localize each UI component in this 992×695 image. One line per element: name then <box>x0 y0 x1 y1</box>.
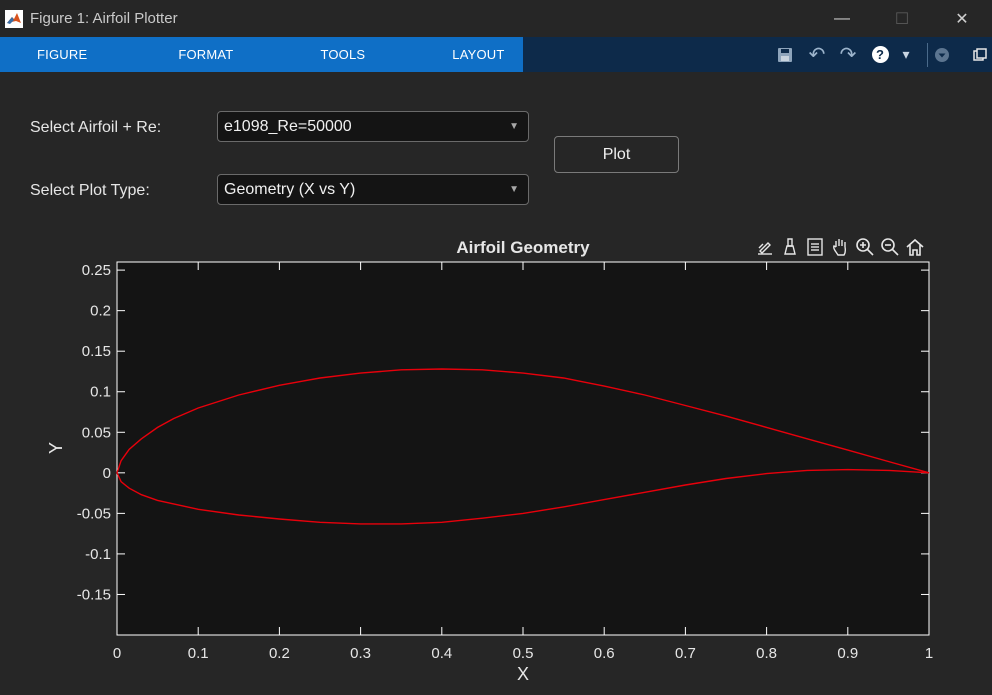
x-tick-label: 0.5 <box>513 645 534 662</box>
tab-format[interactable]: FORMAT <box>178 37 233 72</box>
undo-icon: ↶ <box>808 44 826 66</box>
airfoil-geometry-chart[interactable]: 0 0.1 0.2 0.3 0.4 0.5 0.6 0.7 0.8 0.9 1 -0.15-0.1-… <box>0 0 992 695</box>
data-tips-button[interactable] <box>754 236 776 258</box>
x-tick-label: 1 <box>925 645 933 662</box>
undock-icon <box>973 47 987 61</box>
y-tick-label: -0.1 <box>85 546 111 563</box>
redo-button[interactable]: ↷ <box>837 37 859 72</box>
home-icon <box>906 238 924 256</box>
airfoil-dropdown[interactable]: e1098_Re=50000 ▼ <box>217 111 529 142</box>
minimize-icon: — <box>834 9 850 27</box>
window-controls: — ☐ ✕ <box>812 0 992 37</box>
plot-type-dropdown-value: Geometry (X vs Y) <box>224 180 356 198</box>
figure-window: Figure 1: Airfoil Plotter — ☐ ✕ FIGURE F… <box>0 0 992 695</box>
y-tick-label: 0.25 <box>82 262 111 279</box>
x-tick-label: 0 <box>113 645 121 662</box>
y-axis-label: Y <box>46 442 66 454</box>
x-tick-label: 0.4 <box>431 645 452 662</box>
y-tick-label: -0.15 <box>77 586 111 603</box>
x-tick-label: 0.7 <box>675 645 696 662</box>
data-tips-icon <box>758 242 772 255</box>
tab-figure[interactable]: FIGURE <box>37 37 87 72</box>
toolstrip-divider <box>926 37 928 72</box>
toolstrip-tabs: FIGURE FORMAT TOOLS LAYOUT <box>0 37 523 72</box>
zoom-out-icon <box>881 238 899 256</box>
matlab-logo-icon <box>4 9 24 29</box>
pan-icon <box>833 239 847 256</box>
x-tick-label: 0.2 <box>269 645 290 662</box>
plot-type-dropdown[interactable]: Geometry (X vs Y) ▼ <box>217 174 529 205</box>
window-title: Figure 1: Airfoil Plotter <box>30 10 178 27</box>
help-menu-button[interactable]: ▾ <box>897 37 915 72</box>
close-button[interactable]: ✕ <box>932 0 992 37</box>
y-tick-label: 0.15 <box>82 343 111 360</box>
x-axis-label: X <box>517 664 529 684</box>
save-button[interactable] <box>774 37 796 72</box>
x-tick-label: 0.3 <box>350 645 371 662</box>
axes-toolbar <box>754 236 926 258</box>
zoom-in-button[interactable] <box>854 236 876 258</box>
redo-icon: ↷ <box>839 44 857 66</box>
minimize-button[interactable]: — <box>812 0 872 37</box>
home-button[interactable] <box>904 236 926 258</box>
x-tick-label: 0.6 <box>594 645 615 662</box>
collapse-toolstrip-icon <box>935 47 949 62</box>
chart-title: Airfoil Geometry <box>456 238 590 257</box>
tick-marks <box>116 262 930 635</box>
chevron-down-icon: ▾ <box>902 46 910 62</box>
airfoil-select-label: Select Airfoil + Re: <box>30 119 162 136</box>
axes-background <box>117 262 929 635</box>
zoom-out-button[interactable] <box>879 236 901 258</box>
legend-button[interactable] <box>804 236 826 258</box>
brush-button[interactable] <box>779 236 801 258</box>
toolstrip: FIGURE FORMAT TOOLS LAYOUT ↶ ↷ ? ▾ <box>0 37 992 72</box>
zoom-in-icon <box>856 238 874 256</box>
series-line <box>116 368 930 525</box>
tab-tools[interactable]: TOOLS <box>320 37 365 72</box>
collapse-toolstrip-button[interactable] <box>932 37 952 72</box>
x-tick-label: 0.8 <box>756 645 777 662</box>
maximize-icon: ☐ <box>894 10 910 28</box>
help-button[interactable]: ? <box>869 37 891 72</box>
x-tick-label: 0.9 <box>837 645 858 662</box>
save-icon <box>778 47 792 62</box>
airfoil-dropdown-value: e1098_Re=50000 <box>224 117 352 135</box>
undock-button[interactable] <box>970 37 990 72</box>
legend-icon <box>807 238 823 256</box>
y-tick-label: 0.05 <box>82 424 111 441</box>
y-tick-label: 0.2 <box>90 303 111 320</box>
help-icon: ? <box>871 46 889 63</box>
x-tick-labels: 0 0.1 0.2 0.3 0.4 0.5 0.6 0.7 0.8 0.9 1 <box>113 645 933 662</box>
pan-button[interactable] <box>829 236 851 258</box>
maximize-button[interactable]: ☐ <box>872 0 932 37</box>
dropdown-caret-icon: ▼ <box>509 184 519 195</box>
plot-button[interactable]: Plot <box>554 136 679 173</box>
brush-icon <box>784 238 796 255</box>
dropdown-caret-icon: ▼ <box>509 121 519 132</box>
y-tick-label: -0.05 <box>77 505 111 522</box>
y-tick-labels: -0.15 -0.1 -0.05 0 0.05 0.1 0.15 0.2 0.25 <box>77 262 111 603</box>
y-tick-label: 0 <box>103 465 111 482</box>
plot-type-label: Select Plot Type: <box>30 182 150 199</box>
axes-box <box>116 261 930 636</box>
y-tick-label: 0.1 <box>90 384 111 401</box>
tab-layout[interactable]: LAYOUT <box>452 37 504 72</box>
undo-button[interactable]: ↶ <box>806 37 828 72</box>
title-bar: Figure 1: Airfoil Plotter — ☐ ✕ <box>0 0 992 37</box>
close-icon: ✕ <box>955 10 969 28</box>
x-tick-label: 0.1 <box>188 645 209 662</box>
